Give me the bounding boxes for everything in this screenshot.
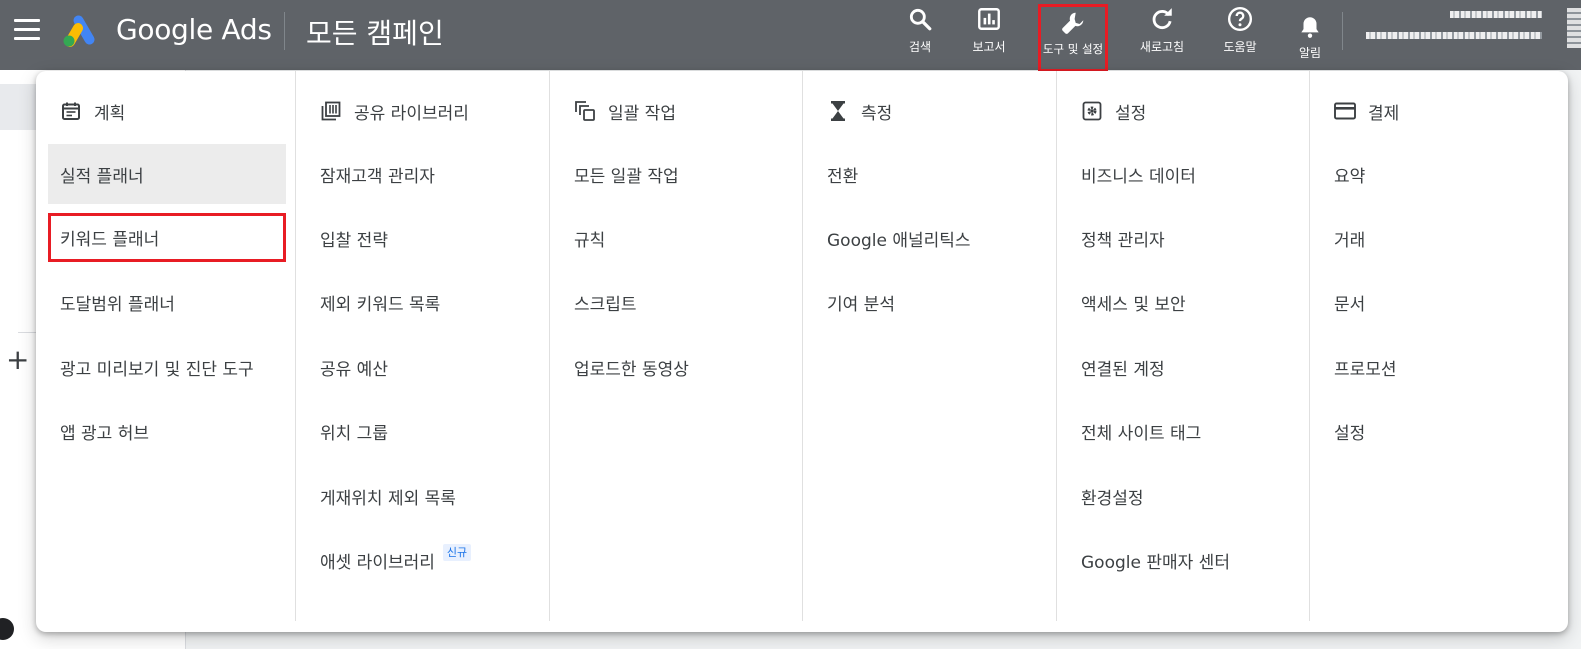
menu-item-location-groups[interactable]: 위치 그룹: [308, 401, 546, 461]
column-title: 설정: [1115, 103, 1147, 124]
menu-item-app-ad-hub[interactable]: 앱 광고 허브: [48, 401, 286, 461]
column-header-planning: 계획: [36, 97, 276, 125]
menu-item-summary[interactable]: 요약: [1322, 144, 1560, 204]
column-title: 계획: [94, 103, 126, 124]
menu-item-audience-manager[interactable]: 잠재고객 관리자: [308, 144, 546, 204]
search-label: 검색: [908, 40, 932, 54]
menu-item-shared-budgets[interactable]: 공유 예산: [308, 337, 546, 397]
page-title: 모든 캠페인: [306, 17, 444, 50]
menu-column-measurement: 측정 전환 Google 애널리틱스 기여 분석: [802, 71, 1056, 621]
menu-column-bulk-actions: 일괄 작업 모든 일괄 작업 규칙 스크립트 업로드한 동영상: [549, 71, 802, 621]
column-title: 측정: [861, 103, 893, 124]
gear-icon: [1081, 100, 1103, 122]
menu-item-rules[interactable]: 규칙: [562, 208, 800, 268]
menu-item-global-site-tag[interactable]: 전체 사이트 태그: [1069, 401, 1307, 461]
menu-item-policy-manager[interactable]: 정책 관리자: [1069, 208, 1307, 268]
menu-item-reach-planner[interactable]: 도달범위 플래너: [48, 272, 286, 332]
menu-item-transactions[interactable]: 거래: [1322, 208, 1560, 268]
brand-name: Google Ads: [116, 13, 272, 46]
reports-label: 보고서: [972, 40, 1006, 54]
help-icon: [1227, 6, 1253, 32]
column-header-shared-library: 공유 라이브러리: [296, 97, 536, 125]
hourglass-icon: [827, 100, 849, 122]
help-button[interactable]: 도움말: [1216, 6, 1264, 55]
add-icon[interactable]: +: [6, 346, 29, 374]
search-button[interactable]: 검색: [900, 6, 940, 55]
menu-item-uploaded-videos[interactable]: 업로드한 동영상: [562, 337, 800, 397]
help-label: 도움말: [1223, 40, 1257, 54]
avatar-redacted[interactable]: [1567, 8, 1581, 48]
menu-item-access-and-security[interactable]: 액세스 및 보안: [1069, 272, 1307, 332]
menu-item-preferences[interactable]: 환경설정: [1069, 466, 1307, 526]
menu-item-documents[interactable]: 문서: [1322, 272, 1560, 332]
tools-and-settings-menu: 계획 실적 플래너 키워드 플래너 도달범위 플래너 광고 미리보기 및 진단 …: [36, 71, 1568, 632]
menu-item-billing-settings[interactable]: 설정: [1322, 401, 1560, 461]
menu-column-billing: 결제 요약 거래 문서 프로모션 설정: [1309, 71, 1568, 621]
menu-item-placement-exclusion-lists[interactable]: 게재위치 제외 목록: [308, 466, 546, 526]
bar-chart-icon: [978, 8, 1000, 30]
refresh-icon: [1152, 8, 1172, 30]
refresh-button[interactable]: 새로고침: [1132, 6, 1192, 55]
menu-item-ad-preview-diagnosis[interactable]: 광고 미리보기 및 진단 도구: [48, 337, 286, 397]
menu-item-linked-accounts[interactable]: 연결된 계정: [1069, 337, 1307, 397]
tools-and-settings-label: 도구 및 설정: [1042, 42, 1104, 56]
column-title: 공유 라이브러리: [354, 103, 469, 124]
menu-item-keyword-planner[interactable]: 키워드 플래너: [48, 213, 286, 262]
menu-item-performance-planner[interactable]: 실적 플래너: [48, 144, 286, 204]
google-ads-logo: [63, 15, 95, 47]
column-header-setup: 설정: [1057, 97, 1297, 125]
top-app-bar: Google Ads 모든 캠페인 검색 보고서 도구 및 설정 새로고침 도움…: [0, 0, 1581, 72]
reports-button[interactable]: 보고서: [963, 6, 1015, 55]
menu-item-google-merchant-center[interactable]: Google 판매자 센터: [1069, 530, 1307, 590]
copy-icon: [574, 100, 596, 122]
menu-item-business-data[interactable]: 비즈니스 데이터: [1069, 144, 1307, 204]
search-icon: [909, 8, 932, 31]
account-email-redacted: [1366, 32, 1542, 39]
asset-library-label: 애셋 라이브러리: [320, 552, 435, 573]
column-header-billing: 결제: [1310, 97, 1550, 125]
tools-and-settings-button[interactable]: 도구 및 설정: [1038, 4, 1108, 72]
menu-item-scripts[interactable]: 스크립트: [562, 272, 800, 332]
menu-column-shared-library: 공유 라이브러리 잠재고객 관리자 입찰 전략 제외 키워드 목록 공유 예산 …: [295, 71, 549, 621]
menu-item-negative-keyword-lists[interactable]: 제외 키워드 목록: [308, 272, 546, 332]
menu-item-google-analytics[interactable]: Google 애널리틱스: [815, 208, 1053, 268]
menu-column-planning: 계획 실적 플래너 키워드 플래너 도달범위 플래너 광고 미리보기 및 진단 …: [36, 71, 295, 621]
account-id-redacted: [1450, 11, 1542, 18]
title-divider: [284, 12, 285, 50]
credit-card-icon: [1334, 100, 1356, 122]
menu-item-attribution[interactable]: 기여 분석: [815, 272, 1053, 332]
refresh-label: 새로고침: [1139, 40, 1185, 54]
new-badge: 신규: [442, 543, 472, 561]
menu-item-promotions[interactable]: 프로모션: [1322, 337, 1560, 397]
wrench-icon: [1062, 12, 1084, 34]
hamburger-menu-icon[interactable]: [14, 19, 40, 41]
library-icon: [320, 100, 342, 122]
column-title: 일괄 작업: [608, 103, 676, 124]
notifications-label: 알림: [1298, 46, 1322, 60]
calendar-icon: [60, 100, 82, 122]
menu-item-bid-strategies[interactable]: 입찰 전략: [308, 208, 546, 268]
column-title: 결제: [1368, 103, 1400, 124]
menu-item-conversions[interactable]: 전환: [815, 144, 1053, 204]
account-divider: [1342, 12, 1343, 50]
account-info[interactable]: [1366, 8, 1546, 48]
menu-item-all-bulk-actions[interactable]: 모든 일괄 작업: [562, 144, 800, 204]
column-header-measurement: 측정: [803, 97, 1043, 125]
column-header-bulk-actions: 일괄 작업: [550, 97, 790, 125]
menu-item-asset-library[interactable]: 애셋 라이브러리 신규: [308, 530, 546, 590]
menu-column-setup: 설정 비즈니스 데이터 정책 관리자 액세스 및 보안 연결된 계정 전체 사이…: [1056, 71, 1309, 621]
notifications-button[interactable]: 알림: [1290, 14, 1330, 61]
bell-icon: [1301, 17, 1319, 38]
